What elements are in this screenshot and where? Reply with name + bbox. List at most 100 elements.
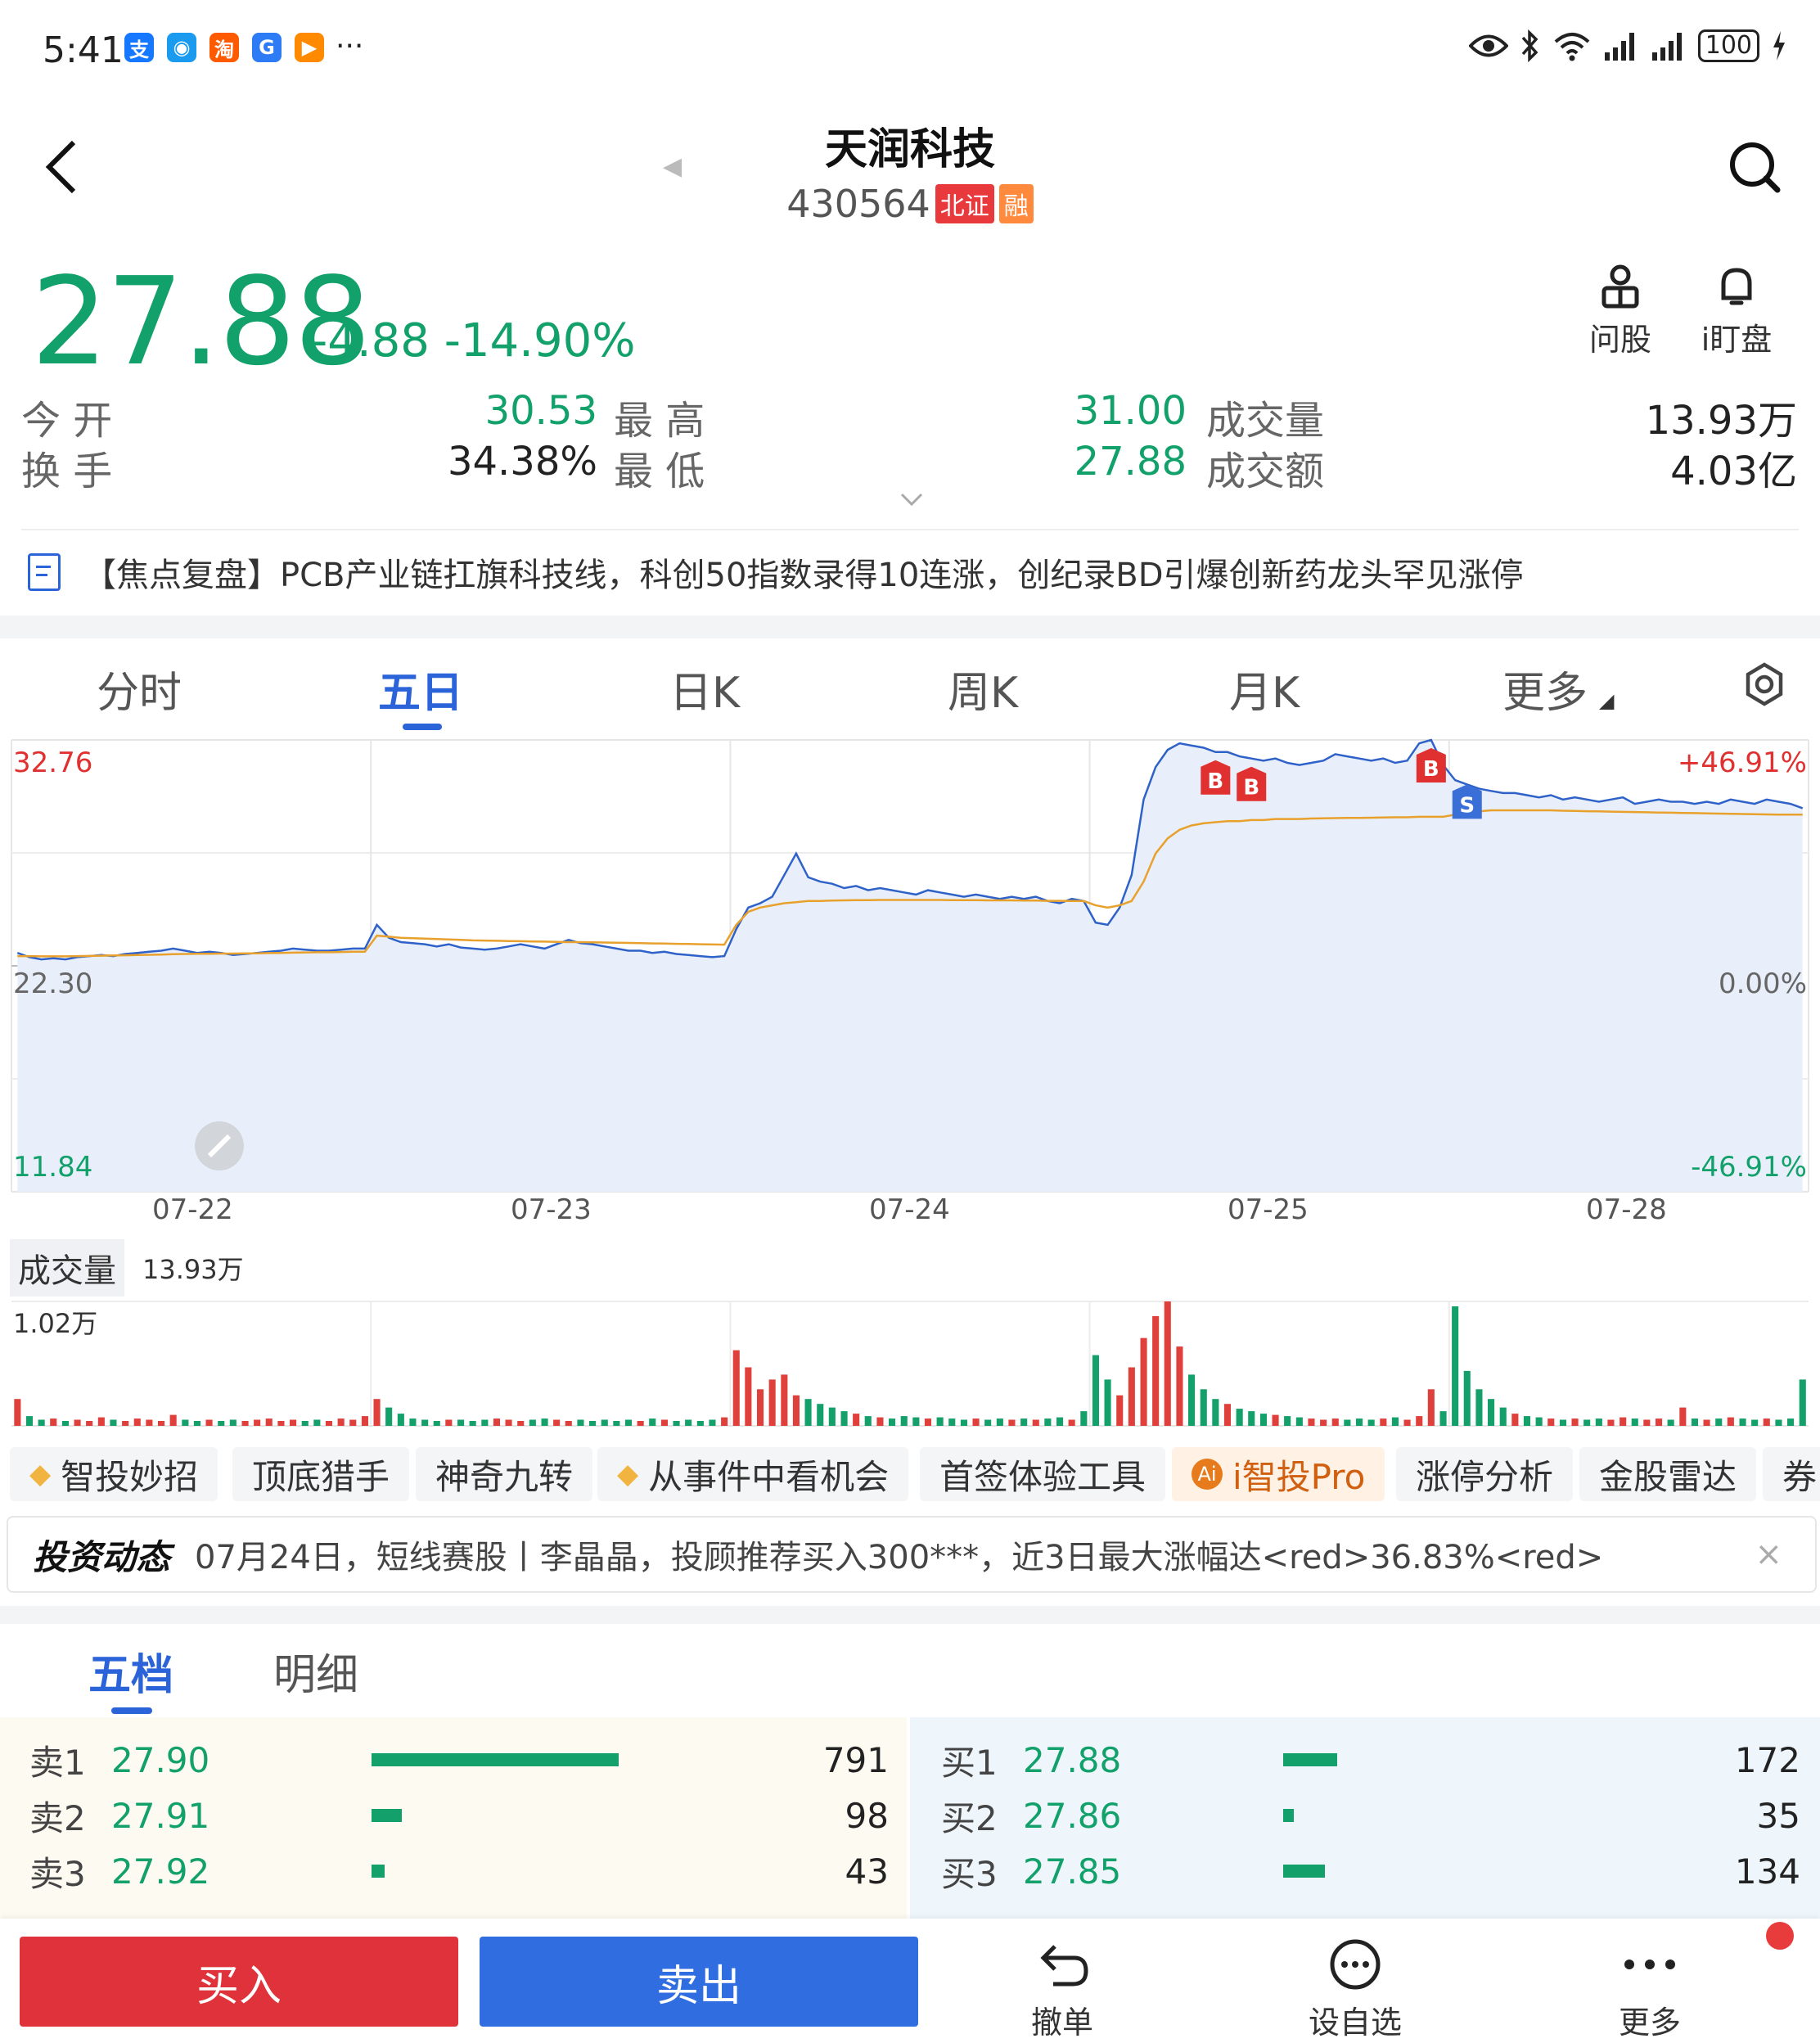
volume-indicator-button[interactable]: 成交量: [10, 1239, 124, 1297]
tool-limit-up-analysis[interactable]: 涨停分析: [1396, 1447, 1574, 1501]
buy-order-row[interactable]: 买2 27.86 35: [933, 1788, 1800, 1843]
diamond-icon: ◆: [617, 1458, 639, 1491]
volume-bar: [1571, 1418, 1579, 1426]
watch-alert-button[interactable]: i盯盘: [1687, 264, 1786, 359]
y-axis-mid-label: 22.30: [13, 967, 93, 1000]
messenger-icon: ◉: [167, 33, 196, 62]
tab-monthly-k[interactable]: 月K: [1229, 658, 1300, 719]
volume-bar: [433, 1421, 440, 1426]
volume-bar: [50, 1418, 57, 1426]
volume-bar: [397, 1414, 404, 1426]
stock-code: 430564: [786, 182, 930, 226]
news-text: 【焦点复盘】PCB产业链扛旗科技线，科创50指数录得10连涨，创纪录BD引爆创新…: [83, 557, 1524, 594]
tab-order-book[interactable]: 五档: [88, 1640, 173, 1702]
watermark-icon: [195, 1121, 244, 1170]
volume-bar: [912, 1417, 920, 1426]
volume-bar: [1799, 1379, 1806, 1426]
tab-weekly-k[interactable]: 周K: [948, 658, 1018, 719]
volume-bar: [1188, 1374, 1196, 1426]
buy-marker: B: [1237, 766, 1267, 801]
bell-icon: [1721, 268, 1752, 305]
sell-order-row[interactable]: 卖3 27.92 43: [21, 1843, 889, 1899]
tool-coupon[interactable]: 券: [1763, 1447, 1820, 1501]
tool-event-opportunity[interactable]: ◆ 从事件中看机会: [597, 1447, 909, 1501]
tab-daily-k[interactable]: 日K: [669, 658, 740, 719]
volume-bar: [721, 1417, 728, 1426]
volume-bar: [1391, 1417, 1399, 1426]
tool-label: 智投妙招: [61, 1456, 199, 1497]
stock-code-row: 430564 北证 融: [0, 182, 1820, 226]
volume-bar: [709, 1419, 716, 1426]
volume-bar: [1607, 1419, 1615, 1426]
volume-bar: [589, 1421, 597, 1426]
volume-bar: [1020, 1418, 1028, 1426]
marker-label: B: [1207, 769, 1223, 794]
video-icon: ▶: [295, 33, 324, 62]
amount-label: 成交额: [1206, 449, 1325, 494]
cancel-order-button[interactable]: 撤单: [997, 1932, 1128, 2042]
tool-top-bottom-hunter[interactable]: 顶底猎手: [232, 1447, 410, 1501]
buy-volume-bar: [1283, 1809, 1295, 1822]
low-label: 最 低: [614, 449, 705, 494]
ai-icon: Ai: [1192, 1459, 1223, 1490]
volume-bar: [409, 1418, 417, 1426]
buy-order-row[interactable]: 买1 27.88 172: [933, 1732, 1800, 1788]
volume-bar: [1511, 1414, 1519, 1426]
sell-quantity: 98: [845, 1795, 889, 1836]
pct-axis-min-label: -46.91%: [1691, 1151, 1807, 1184]
volume-bar: [1499, 1407, 1507, 1426]
volume-bar: [169, 1414, 177, 1426]
volume-bar: [624, 1419, 632, 1426]
signal-icon: [1604, 33, 1634, 61]
tool-trial[interactable]: 首签体验工具: [920, 1447, 1166, 1501]
volume-bar: [828, 1407, 836, 1426]
search-button[interactable]: [1728, 141, 1781, 193]
volume-bar: [1236, 1409, 1243, 1426]
sell-price: 27.92: [111, 1851, 210, 1892]
dropdown-corner-icon: ◢: [1599, 689, 1615, 712]
stock-name: 天润科技: [824, 125, 995, 174]
expand-stats-button[interactable]: [899, 491, 925, 511]
battery-icon: 100: [1697, 29, 1759, 62]
volume-bar: [1403, 1419, 1411, 1426]
buy-order-row[interactable]: 买3 27.85 134: [933, 1843, 1800, 1899]
sell-order-row[interactable]: 卖1 27.90 791: [21, 1732, 889, 1788]
marker-label: S: [1459, 793, 1475, 818]
volume-bar: [1272, 1414, 1279, 1426]
add-watchlist-button[interactable]: 设自选: [1290, 1932, 1421, 2042]
marker-label: B: [1243, 776, 1259, 801]
investment-news-bar[interactable]: 投资动态 07月24日，短线赛股丨李晶晶，投顾推荐买入300***，近3日最大涨…: [7, 1516, 1817, 1593]
volume-bar: [948, 1418, 956, 1426]
tab-more[interactable]: 更多 ◢: [1502, 658, 1614, 719]
volume-bar: [385, 1407, 393, 1426]
news-banner[interactable]: 【焦点复盘】PCB产业链扛旗科技线，科创50指数录得10连涨，创纪录BD引爆创新…: [28, 548, 1795, 596]
buy-button[interactable]: 买入: [20, 1937, 458, 2027]
tab-five-day[interactable]: 五日: [378, 658, 463, 719]
tab-intraday[interactable]: 分时: [97, 658, 182, 719]
cancel-order-label: 撤单: [1030, 2005, 1093, 2041]
tool-magic-nine[interactable]: 神奇九转: [416, 1447, 593, 1501]
volume-bar: [38, 1419, 45, 1426]
volume-bar: [1284, 1416, 1291, 1426]
margin-tag: 融: [998, 184, 1034, 223]
tool-ai-pro[interactable]: Ai i智投Pro: [1172, 1447, 1385, 1501]
five-day-chart[interactable]: B BBS: [7, 737, 1815, 1457]
volume-bar: [301, 1421, 309, 1426]
chart-settings-button[interactable]: [1741, 661, 1787, 710]
volume-bar: [1056, 1417, 1064, 1426]
buy-volume-bar: [1283, 1865, 1326, 1878]
close-icon[interactable]: ×: [1755, 1536, 1782, 1573]
ask-stock-button[interactable]: 问股: [1571, 264, 1669, 359]
buy-level-label: 买2: [941, 1797, 998, 1838]
tool-golden-radar[interactable]: 金股雷达: [1579, 1447, 1757, 1501]
more-icon: [1624, 1960, 1675, 1969]
volume-bar: [218, 1421, 225, 1426]
volume-bar: [229, 1419, 237, 1426]
tool-smart-tips[interactable]: ◆ 智投妙招: [10, 1447, 218, 1501]
sell-button[interactable]: 卖出: [480, 1937, 918, 2027]
more-button[interactable]: 更多: [1584, 1932, 1715, 2042]
amount-value: 4.03亿: [1670, 449, 1797, 494]
tab-trade-detail[interactable]: 明细: [273, 1640, 358, 1702]
sell-order-row[interactable]: 卖2 27.91 98: [21, 1788, 889, 1843]
volume-bar: [97, 1417, 105, 1426]
